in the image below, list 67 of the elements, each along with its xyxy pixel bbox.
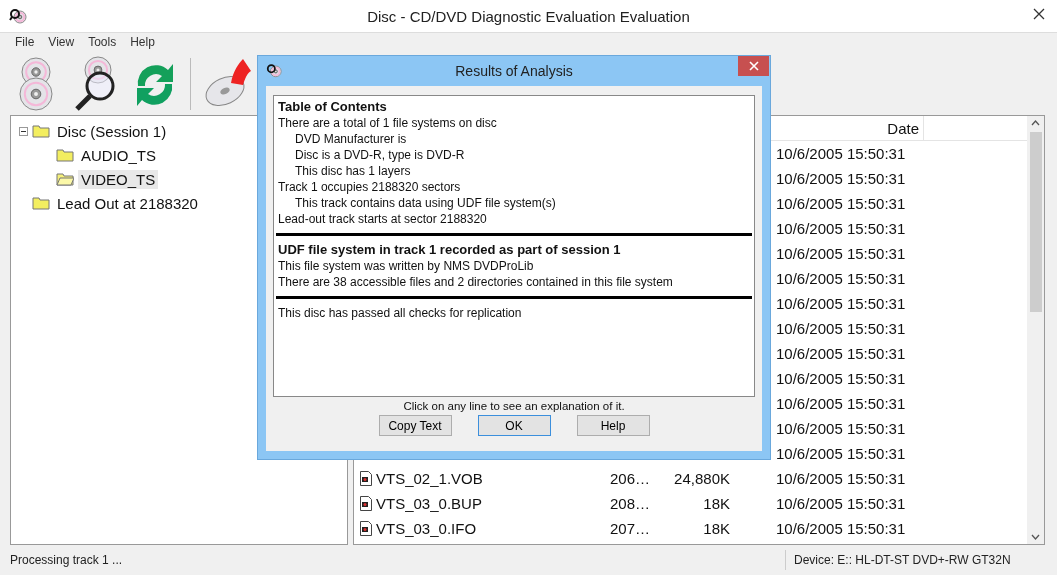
dialog-button[interactable]: OK	[477, 415, 551, 436]
file-size: 18K	[703, 520, 730, 537]
result-line[interactable]: There are a total of 1 file systems on disc	[278, 115, 750, 131]
app-icon	[266, 63, 282, 78]
result-line[interactable]: DVD Manufacturer is	[278, 131, 750, 147]
result-line[interactable]: This track contains data using UDF file system(s)	[278, 195, 750, 211]
table-cell: 207…	[610, 520, 651, 537]
folder-icon	[32, 196, 50, 210]
result-line[interactable]: There are 38 accessible files and 2 directories contained in this file system	[278, 274, 750, 290]
result-line[interactable]: Disc is a DVD-R, type is DVD-R	[278, 147, 750, 163]
folder-icon	[32, 124, 50, 138]
file-name: VTS_03_0.BUP	[376, 495, 482, 512]
file-date: 10/6/2005 15:50:31	[776, 445, 906, 462]
file-date: 10/6/2005 15:50:31	[776, 470, 906, 487]
file-date: 10/6/2005 15:50:31	[776, 270, 906, 287]
file-date: 10/6/2005 15:50:31	[776, 345, 906, 362]
file-name: VTS_03_0.IFO	[376, 520, 477, 537]
file-icon	[360, 521, 372, 536]
collapse-icon[interactable]	[19, 126, 28, 136]
close-icon[interactable]	[1033, 8, 1045, 20]
table-cell: 206…	[610, 470, 651, 487]
file-date: 10/6/2005 15:50:31	[776, 420, 906, 437]
result-line[interactable]: This file system was written by NMS DVDProLib	[278, 258, 750, 274]
file-date: 10/6/2005 15:50:31	[776, 170, 906, 187]
device-label: Device: E:: HL-DT-ST DVD+-RW GT32N	[785, 550, 1011, 570]
menu-item[interactable]: File	[8, 33, 42, 53]
folder-icon	[56, 148, 74, 162]
open-folder-icon	[56, 172, 74, 186]
window-title: Disc - CD/DVD Diagnostic Evaluation Evaluation	[367, 7, 690, 25]
section-heading[interactable]: Table of Contents	[278, 99, 750, 115]
file-date: 10/6/2005 15:50:31	[776, 220, 906, 237]
file-size: 18K	[703, 495, 730, 512]
disc-flame-icon[interactable]	[203, 59, 253, 109]
section-heading[interactable]: UDF file system in track 1 recorded as part of session 1	[278, 242, 750, 258]
file-date: 10/6/2005 15:50:31	[776, 295, 906, 312]
dialog-button[interactable]: Help	[576, 415, 650, 436]
result-line[interactable]: This disc has passed all checks for replication	[278, 305, 750, 321]
result-line[interactable]: Track 1 occupies 2188320 sectors	[278, 179, 750, 195]
menu-item[interactable]: Help	[123, 33, 162, 53]
tree-item[interactable]: Disc (Session 1)	[54, 121, 170, 141]
scrollbar[interactable]	[1027, 116, 1044, 544]
result-line[interactable]: Lead-out track starts at sector 2188320	[278, 211, 750, 227]
file-date: 10/6/2005 15:50:31	[776, 395, 906, 412]
file-date: 10/6/2005 15:50:31	[776, 495, 906, 512]
file-icon	[360, 471, 372, 486]
hint-text: Click on any line to see an explanation of it.	[403, 400, 625, 412]
tree-item[interactable]: VIDEO_TS	[78, 169, 159, 189]
file-date: 10/6/2005 15:50:31	[776, 195, 906, 212]
file-date: 10/6/2005 15:50:31	[776, 370, 906, 387]
file-date: 10/6/2005 15:50:31	[776, 245, 906, 262]
file-size: 24,880K	[674, 470, 730, 487]
file-icon	[360, 496, 372, 511]
close-button[interactable]	[738, 56, 769, 76]
tree-item[interactable]: AUDIO_TS	[78, 145, 159, 165]
dialog-button[interactable]: Copy Text	[378, 415, 452, 436]
status-text: Processing track 1 ...	[9, 553, 124, 567]
result-line[interactable]: This disc has 1 layers	[278, 163, 750, 179]
menu-item[interactable]: Tools	[81, 33, 124, 53]
tree-item[interactable]: Lead Out at 2188320	[54, 193, 201, 213]
table-cell: 208…	[610, 495, 651, 512]
file-name: VTS_02_1.VOB	[376, 470, 483, 487]
dialog-title: Results of Analysis	[455, 63, 573, 79]
app-icon	[9, 8, 27, 24]
file-date: 10/6/2005 15:50:31	[776, 520, 906, 537]
file-date: 10/6/2005 15:50:31	[776, 320, 906, 337]
menu-item[interactable]: View	[41, 33, 82, 53]
file-date: 10/6/2005 15:50:31	[776, 145, 906, 162]
